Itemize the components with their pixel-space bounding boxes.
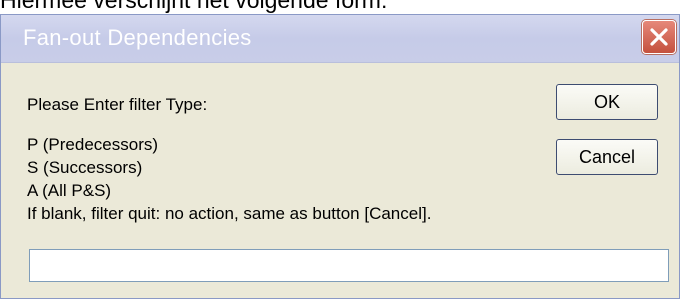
cancel-button[interactable]: Cancel: [556, 139, 658, 175]
close-icon: [650, 28, 668, 46]
window-title: Fan-out Dependencies: [23, 25, 252, 50]
title-bar[interactable]: Fan-out Dependencies: [1, 15, 679, 63]
close-button[interactable]: [642, 20, 676, 54]
filter-type-input[interactable]: [29, 249, 669, 282]
option-all: A (All P&S): [27, 181, 112, 200]
fan-out-dialog: Fan-out Dependencies Please Enter filter…: [0, 14, 680, 299]
option-successors: S (Successors): [27, 158, 143, 177]
option-predecessors: P (Predecessors): [27, 135, 159, 154]
prompt-label: Please Enter filter Type:: [27, 95, 208, 114]
blank-note: If blank, filter quit: no action, same a…: [27, 204, 432, 223]
ok-button[interactable]: OK: [556, 84, 658, 120]
page-caption: Hiermee verschijnt het volgende form:: [0, 0, 388, 13]
